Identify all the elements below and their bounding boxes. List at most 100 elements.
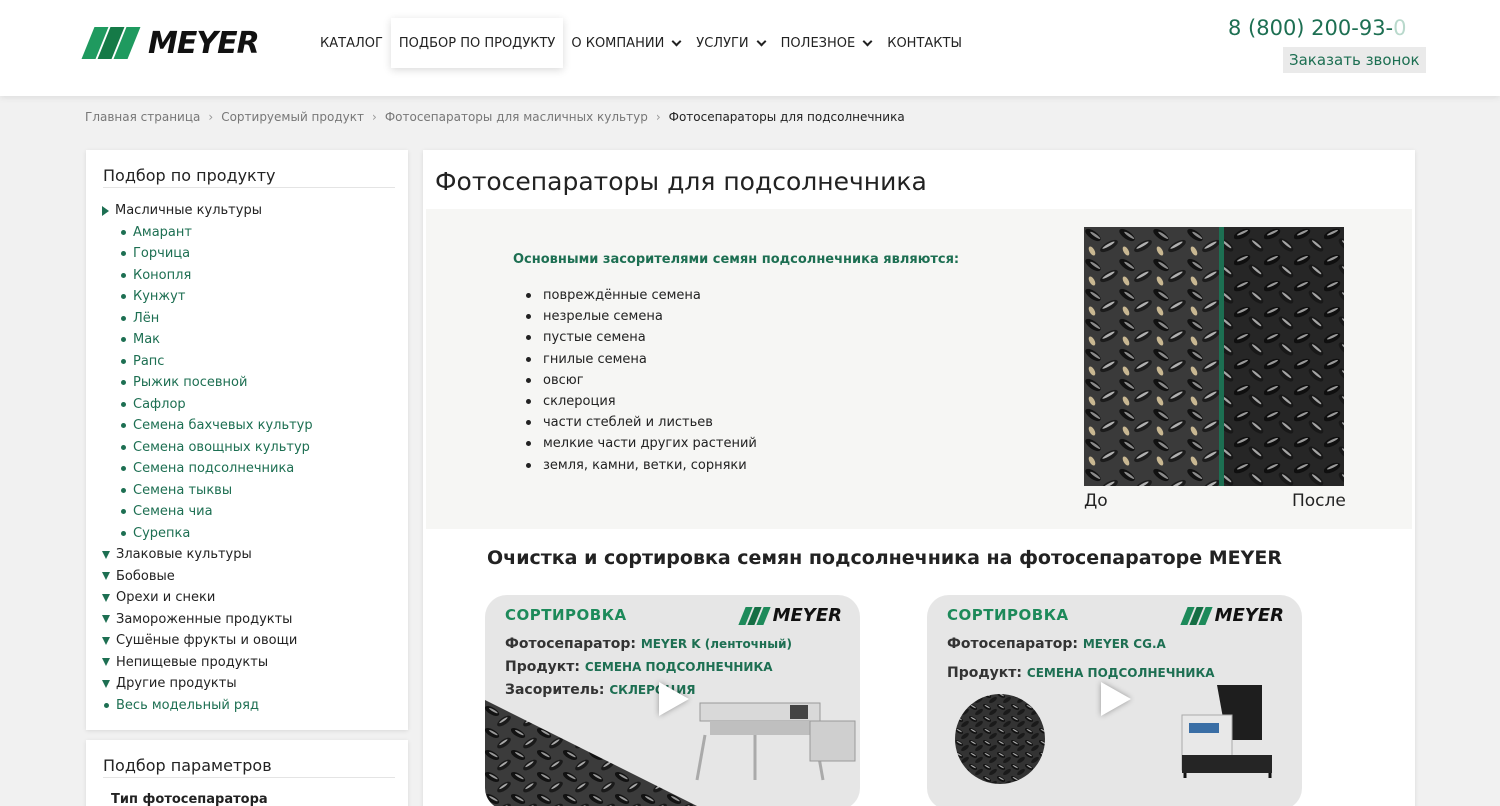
list-item: склероция xyxy=(526,391,757,412)
breadcrumb-oilseeds[interactable]: Фотосепараторы для масличных культур xyxy=(385,110,648,124)
triangle-down-icon xyxy=(102,636,110,645)
subcategory-item[interactable]: Горчица xyxy=(102,243,402,265)
video-tag: СОРТИРОВКА xyxy=(505,606,627,624)
breadcrumb: Главная страница › Сортируемый продукт ›… xyxy=(85,110,905,124)
category-item[interactable]: Другие продукты xyxy=(102,673,402,695)
list-item: овсюг xyxy=(526,370,757,391)
subcategory-item[interactable]: Семена тыквы xyxy=(102,480,402,502)
line-value: СЕМЕНА ПОДСОЛНЕЧНИКА xyxy=(584,660,773,674)
nav-useful[interactable]: ПОЛЕЗНОЕ xyxy=(773,18,880,68)
category-label: Масличные культуры xyxy=(115,203,262,219)
subcategory-label: Конопля xyxy=(133,267,192,283)
bullet-icon xyxy=(121,251,126,257)
line-label: Продукт: xyxy=(947,665,1023,681)
subcategory-item[interactable]: Семена подсолнечника xyxy=(102,458,402,480)
subcategory-item[interactable]: Мак xyxy=(102,329,402,351)
chevron-down-icon xyxy=(756,36,767,46)
nav-services[interactable]: УСЛУГИ xyxy=(688,18,772,68)
list-item: мелкие части других растений xyxy=(526,433,757,454)
callback-button[interactable]: Заказать звонок xyxy=(1283,47,1426,73)
category-item[interactable]: Бобовые xyxy=(102,566,402,588)
video-meyer-logo: MEYER xyxy=(1179,605,1284,626)
bullet-icon xyxy=(121,315,126,321)
subcategory-label: Рапс xyxy=(133,353,165,369)
subcategory-item[interactable]: Сафлор xyxy=(102,394,402,416)
line-label: Фотосепаратор: xyxy=(505,636,636,652)
subcategory-item[interactable]: Амарант xyxy=(102,222,402,244)
breadcrumb-separator-icon: › xyxy=(372,110,377,124)
list-item: незрелые семена xyxy=(526,306,757,327)
category-label: Замороженные продукты xyxy=(116,611,293,627)
category-item[interactable]: Сушёные фрукты и овощи xyxy=(102,630,402,652)
contaminants-box: Основными засорителями семян подсолнечни… xyxy=(426,209,1412,529)
category-oilseeds[interactable]: Масличные культуры xyxy=(102,200,402,222)
nav-label: О КОМПАНИИ xyxy=(571,35,665,51)
nav-product-selection[interactable]: ПОДБОР ПО ПРОДУКТУ xyxy=(390,18,564,68)
bullet-icon xyxy=(121,466,126,472)
category-item[interactable]: Орехи и снеки xyxy=(102,587,402,609)
bullet-icon xyxy=(121,272,126,278)
nav-catalog[interactable]: КАТАЛОГ xyxy=(312,18,391,68)
list-item: части стеблей и листьев xyxy=(526,412,757,433)
subcategory-item[interactable]: Семена бахчевых культур xyxy=(102,415,402,437)
nav-label: ПОЛЕЗНОЕ xyxy=(780,35,856,51)
contaminants-list: повреждённые семена незрелые семена пуст… xyxy=(526,285,757,476)
bullet-icon xyxy=(121,358,126,364)
subcategory-item[interactable]: Кунжут xyxy=(102,286,402,308)
subcategory-item[interactable]: Лён xyxy=(102,308,402,330)
video-card[interactable]: СОРТИРОВКА MEYER Фотосепаратор: MEYER CG… xyxy=(927,595,1302,806)
triangle-down-icon xyxy=(102,572,110,581)
video-logo-text: MEYER xyxy=(772,605,842,626)
nav-label: КАТАЛОГ xyxy=(320,35,383,51)
page-title: Фотосепараторы для подсолнечника xyxy=(435,167,927,196)
bullet-icon xyxy=(121,401,126,407)
list-item: земля, камни, ветки, сорняки xyxy=(526,455,757,476)
phone-number[interactable]: 8 (800) 200-93-0 xyxy=(1228,16,1407,40)
category-item[interactable]: Замороженные продукты xyxy=(102,609,402,631)
logo-mark-icon xyxy=(737,606,771,626)
bullet-icon xyxy=(121,294,126,300)
all-models-link[interactable]: Весь модельный ряд xyxy=(102,695,402,717)
video-logo-text: MEYER xyxy=(1214,605,1284,626)
category-label: Орехи и снеки xyxy=(116,590,216,606)
category-label: Непищевые продукты xyxy=(116,654,269,670)
product-selection-panel: Подбор по продукту Масличные культуры Ам… xyxy=(86,150,408,730)
list-item: пустые семена xyxy=(526,327,757,348)
subcategory-item[interactable]: Семена чиа xyxy=(102,501,402,523)
category-label: Бобовые xyxy=(116,568,175,584)
meyer-logo[interactable]: MEYER xyxy=(81,24,287,62)
sunflower-seeds-image xyxy=(1084,227,1344,486)
video-separator-line: Фотосепаратор: MEYER K (ленточный) xyxy=(505,636,792,652)
before-label: До xyxy=(1084,491,1108,511)
subcategory-label: Семена подсолнечника xyxy=(133,461,295,477)
separator-type-heading: Тип фотосепаратора xyxy=(111,792,268,806)
video-card[interactable]: СОРТИРОВКА MEYER Фотосепаратор: MEYER K … xyxy=(485,595,860,806)
bullet-icon xyxy=(121,487,126,493)
category-item[interactable]: Злаковые культуры xyxy=(102,544,402,566)
line-value: MEYER CG.A xyxy=(1082,637,1166,651)
site-header: MEYER КАТАЛОГ ПОДБОР ПО ПРОДУКТУ О КОМПА… xyxy=(0,0,1500,96)
play-icon[interactable] xyxy=(1101,682,1131,716)
subcategory-item[interactable]: Конопля xyxy=(102,265,402,287)
subcategory-label: Горчица xyxy=(133,246,191,262)
video-separator-line: Фотосепаратор: MEYER CG.A xyxy=(947,636,1166,652)
phone-fade: 0 xyxy=(1393,16,1407,40)
breadcrumb-home[interactable]: Главная страница xyxy=(85,110,200,124)
subcategory-item[interactable]: Рыжик посевной xyxy=(102,372,402,394)
subcategory-label: Семена чиа xyxy=(133,504,213,520)
breadcrumb-sorted-product[interactable]: Сортируемый продукт xyxy=(221,110,364,124)
play-icon[interactable] xyxy=(659,682,689,716)
category-item[interactable]: Непищевые продукты xyxy=(102,652,402,674)
subcategory-item[interactable]: Рапс xyxy=(102,351,402,373)
bullet-icon xyxy=(121,337,126,343)
main-nav: КАТАЛОГ ПОДБОР ПО ПРОДУКТУ О КОМПАНИИ УС… xyxy=(312,18,970,68)
triangle-down-icon xyxy=(102,679,110,688)
subcategory-item[interactable]: Сурепка xyxy=(102,523,402,545)
before-after-seeds-image xyxy=(1084,227,1344,486)
nav-contacts[interactable]: КОНТАКТЫ xyxy=(879,18,970,68)
breadcrumb-separator-icon: › xyxy=(208,110,214,124)
contaminants-heading: Основными засорителями семян подсолнечни… xyxy=(513,252,960,267)
subcategory-item[interactable]: Семена овощных культур xyxy=(102,437,402,459)
nav-label: УСЛУГИ xyxy=(696,35,749,51)
nav-about[interactable]: О КОМПАНИИ xyxy=(563,18,688,68)
